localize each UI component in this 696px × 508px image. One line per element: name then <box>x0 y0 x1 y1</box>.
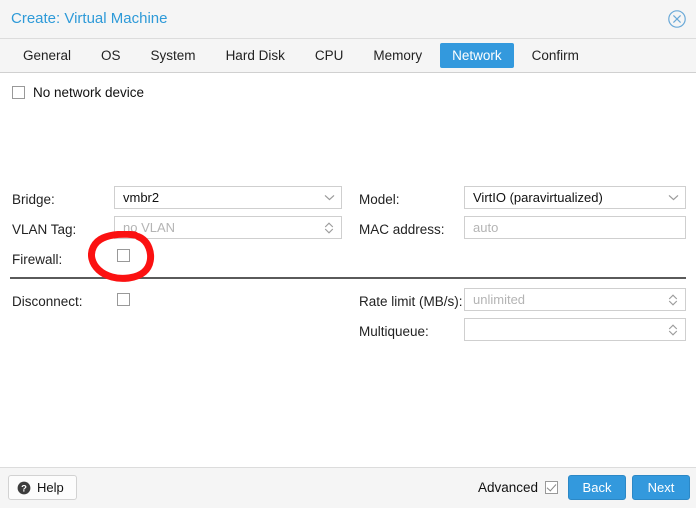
spinner-icon[interactable] <box>321 217 337 238</box>
section-divider <box>10 277 686 279</box>
firewall-label: Firewall: <box>12 252 63 267</box>
chevron-down-icon[interactable] <box>321 187 337 208</box>
dialog-footer: ? Help Advanced Back Next <box>0 467 696 508</box>
mac-address-label: MAC address: <box>359 222 445 237</box>
advanced-label: Advanced <box>477 480 538 495</box>
tab-os[interactable]: OS <box>89 43 133 68</box>
vlan-tag-input[interactable]: no VLAN <box>114 216 342 239</box>
dialog-titlebar: Create: Virtual Machine <box>0 0 696 39</box>
model-label: Model: <box>359 192 400 207</box>
dialog-title: Create: Virtual Machine <box>11 10 168 27</box>
wizard-tabbar: General OS System Hard Disk CPU Memory N… <box>0 39 696 73</box>
vlan-tag-label: VLAN Tag: <box>12 222 77 237</box>
chevron-down-icon[interactable] <box>665 187 681 208</box>
bridge-select[interactable]: vmbr2 <box>114 186 342 209</box>
mac-address-input[interactable]: auto <box>464 216 686 239</box>
rate-limit-label: Rate limit (MB/s): <box>359 294 463 309</box>
back-button[interactable]: Back <box>568 475 626 500</box>
multiqueue-label: Multiqueue: <box>359 324 429 339</box>
help-label: Help <box>37 480 64 495</box>
tab-cpu[interactable]: CPU <box>303 43 356 68</box>
svg-text:?: ? <box>21 483 27 494</box>
disconnect-checkbox[interactable] <box>117 293 130 306</box>
tab-network[interactable]: Network <box>440 43 514 68</box>
advanced-toggle[interactable]: Advanced <box>478 480 558 495</box>
next-button[interactable]: Next <box>632 475 690 500</box>
vlan-tag-value: no VLAN <box>123 220 176 235</box>
tab-system[interactable]: System <box>139 43 208 68</box>
network-form-panel: No network device Bridge: vmbr2 VLAN Tag… <box>0 73 696 467</box>
no-network-device-checkbox[interactable] <box>12 86 25 99</box>
tab-memory[interactable]: Memory <box>361 43 434 68</box>
rate-limit-value: unlimited <box>473 292 526 307</box>
bridge-label: Bridge: <box>12 192 55 207</box>
spinner-icon[interactable] <box>665 319 681 340</box>
firewall-checkbox[interactable] <box>117 249 130 262</box>
rate-limit-input[interactable]: unlimited <box>464 288 686 311</box>
advanced-checkbox[interactable] <box>545 481 558 494</box>
question-mark-icon: ? <box>17 481 31 495</box>
create-vm-dialog: Create: Virtual Machine General OS Syste… <box>0 0 696 508</box>
tab-hard-disk[interactable]: Hard Disk <box>214 43 297 68</box>
close-icon[interactable] <box>667 9 687 29</box>
spinner-icon[interactable] <box>665 289 681 310</box>
mac-address-value: auto <box>473 220 499 235</box>
no-network-device-label: No network device <box>33 85 145 100</box>
tab-confirm[interactable]: Confirm <box>520 43 591 68</box>
help-button[interactable]: ? Help <box>8 475 77 500</box>
tab-general[interactable]: General <box>11 43 83 68</box>
multiqueue-input[interactable] <box>464 318 686 341</box>
no-network-device-row: No network device <box>12 85 144 100</box>
model-select[interactable]: VirtIO (paravirtualized) <box>464 186 686 209</box>
bridge-value: vmbr2 <box>123 190 160 205</box>
model-value: VirtIO (paravirtualized) <box>473 190 603 205</box>
disconnect-label: Disconnect: <box>12 294 83 309</box>
